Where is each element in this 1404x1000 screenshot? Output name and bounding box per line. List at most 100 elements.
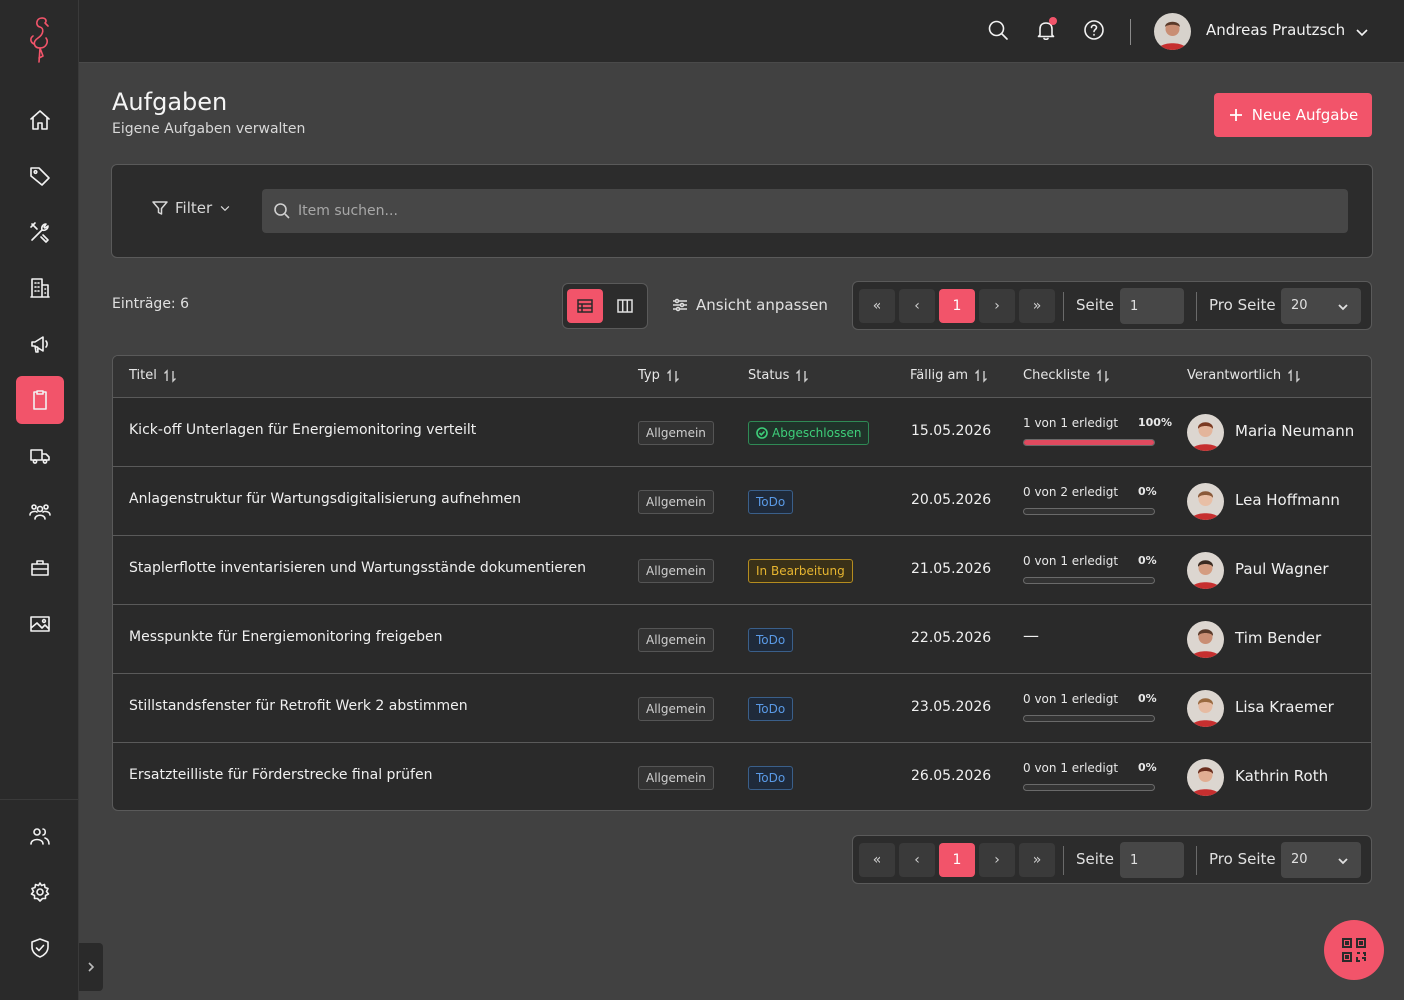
page-1-button[interactable]: 1 xyxy=(939,843,975,877)
task-title[interactable]: Messpunkte für Energiemonitoring freigeb… xyxy=(129,629,442,645)
pagination-separator xyxy=(1196,292,1197,321)
qr-scan-button[interactable] xyxy=(1324,920,1384,980)
status-badge-label: In Bearbeitung xyxy=(756,564,845,578)
clipboard-icon xyxy=(33,390,47,410)
page-subtitle: Eigene Aufgaben verwalten xyxy=(112,121,306,137)
due-date: 20.05.2026 xyxy=(911,492,992,508)
checklist-empty: — xyxy=(1023,626,1039,645)
column-header-title[interactable]: Titel xyxy=(129,368,177,383)
column-header-type[interactable]: Typ xyxy=(638,368,680,383)
prev-page-button[interactable]: ‹ xyxy=(899,289,935,323)
sidebar-item-tools[interactable] xyxy=(16,208,64,256)
help-icon xyxy=(1084,20,1104,40)
sidebar-item-security[interactable] xyxy=(16,924,64,972)
filter-label: Filter xyxy=(175,199,213,217)
checklist-percent: 0% xyxy=(1138,485,1157,498)
table-row[interactable]: Messpunkte für Energiemonitoring freigeb… xyxy=(113,605,1371,674)
sliders-icon xyxy=(673,298,687,312)
column-header-checklist[interactable]: Checkliste xyxy=(1023,368,1110,383)
sidebar-item-gallery[interactable] xyxy=(16,600,64,648)
table-row[interactable]: Ersatzteilliste für Förderstrecke final … xyxy=(113,743,1371,810)
column-view-button[interactable] xyxy=(607,289,643,323)
sidebar-item-home[interactable] xyxy=(16,96,64,144)
tasks-table: Titel Typ Status Fällig am Checkliste Ve… xyxy=(112,355,1372,811)
due-date: 26.05.2026 xyxy=(911,768,992,784)
due-date: 15.05.2026 xyxy=(911,423,992,439)
next-page-button[interactable]: › xyxy=(979,289,1015,323)
pagination-separator xyxy=(1196,846,1197,875)
sidebar-item-jobs[interactable] xyxy=(16,544,64,592)
sidebar-item-announcements[interactable] xyxy=(16,320,64,368)
sidebar-item-settings[interactable] xyxy=(16,868,64,916)
table-row[interactable]: Kick-off Unterlagen für Energiemonitorin… xyxy=(113,398,1371,467)
chevron-right-icon xyxy=(88,962,95,972)
column-header-label: Verantwortlich xyxy=(1187,368,1282,383)
column-header-due[interactable]: Fällig am xyxy=(910,368,988,383)
task-title[interactable]: Kick-off Unterlagen für Energiemonitorin… xyxy=(129,422,476,438)
help-button[interactable] xyxy=(1082,18,1106,42)
per-page-label: Pro Seite xyxy=(1209,850,1276,868)
task-title[interactable]: Staplerflotte inventarisieren und Wartun… xyxy=(129,560,586,576)
filter-button[interactable]: Filter xyxy=(151,199,232,217)
tools-icon xyxy=(30,222,49,243)
checklist-text: 0 von 1 erledigt xyxy=(1023,692,1119,706)
prev-page-button[interactable]: ‹ xyxy=(899,843,935,877)
filter-panel: Filter xyxy=(111,164,1373,258)
first-page-button[interactable]: « xyxy=(859,843,895,877)
last-page-button[interactable]: » xyxy=(1019,843,1055,877)
pagination-separator xyxy=(1063,846,1064,875)
check-circle-icon xyxy=(756,427,768,439)
flamingo-logo-icon[interactable] xyxy=(22,14,58,66)
adjust-view-button[interactable]: Ansicht anpassen xyxy=(672,296,828,314)
status-badge-label: Abgeschlossen xyxy=(772,426,862,440)
columns-icon xyxy=(617,299,633,313)
column-header-label: Checkliste xyxy=(1023,368,1091,383)
status-badge-label: ToDo xyxy=(756,633,786,647)
table-row[interactable]: Anlagenstruktur für Wartungsdigitalisier… xyxy=(113,467,1371,536)
top-bar: Andreas Prautzsch xyxy=(79,0,1404,63)
search-icon xyxy=(274,203,290,219)
sidebar-item-tasks[interactable] xyxy=(16,376,64,424)
search-input[interactable] xyxy=(298,189,1338,233)
table-row[interactable]: Stillstandsfenster für Retrofit Werk 2 a… xyxy=(113,674,1371,743)
notifications-button[interactable] xyxy=(1034,17,1058,42)
table-view-button[interactable] xyxy=(567,289,603,323)
sidebar-item-users[interactable] xyxy=(16,812,64,860)
checklist-progress-bar xyxy=(1023,715,1155,722)
task-title[interactable]: Ersatzteilliste für Förderstrecke final … xyxy=(129,767,432,783)
per-page-select[interactable]: 20 xyxy=(1281,288,1361,324)
sidebar-item-buildings[interactable] xyxy=(16,264,64,312)
page-number-input[interactable] xyxy=(1120,842,1184,878)
task-title[interactable]: Stillstandsfenster für Retrofit Werk 2 a… xyxy=(129,698,468,714)
page-label: Seite xyxy=(1076,850,1115,868)
next-page-button[interactable]: › xyxy=(979,843,1015,877)
chevron-down-icon xyxy=(220,206,230,211)
sidebar-expand-button[interactable] xyxy=(79,943,103,991)
last-page-button[interactable]: » xyxy=(1019,289,1055,323)
search-button[interactable] xyxy=(986,18,1010,42)
topbar-separator xyxy=(1130,19,1131,45)
chevron-down-icon xyxy=(1338,858,1348,865)
user-name[interactable]: Andreas Prautzsch xyxy=(1206,21,1345,39)
building-icon xyxy=(30,278,50,298)
per-page-select[interactable]: 20 xyxy=(1281,842,1361,878)
column-header-responsible[interactable]: Verantwortlich xyxy=(1187,368,1301,383)
sidebar-item-tags[interactable] xyxy=(16,152,64,200)
avatar xyxy=(1187,621,1224,658)
sidebar-item-fleet[interactable] xyxy=(16,432,64,480)
task-title[interactable]: Anlagenstruktur für Wartungsdigitalisier… xyxy=(129,491,521,507)
status-badge: Abgeschlossen xyxy=(748,421,870,445)
sort-icon xyxy=(666,368,679,383)
user-avatar[interactable] xyxy=(1154,13,1191,50)
user-menu-chevron-icon[interactable] xyxy=(1354,24,1370,40)
first-page-button[interactable]: « xyxy=(859,289,895,323)
sidebar-item-teams[interactable] xyxy=(16,488,64,536)
column-header-status[interactable]: Status xyxy=(748,368,809,383)
page-1-button[interactable]: 1 xyxy=(939,289,975,323)
notification-dot xyxy=(1049,17,1057,25)
page-number-input[interactable] xyxy=(1120,288,1184,324)
table-row[interactable]: Staplerflotte inventarisieren und Wartun… xyxy=(113,536,1371,605)
gear-icon xyxy=(30,882,50,902)
sidebar-divider xyxy=(0,799,79,800)
new-task-button[interactable]: Neue Aufgabe xyxy=(1214,93,1372,137)
